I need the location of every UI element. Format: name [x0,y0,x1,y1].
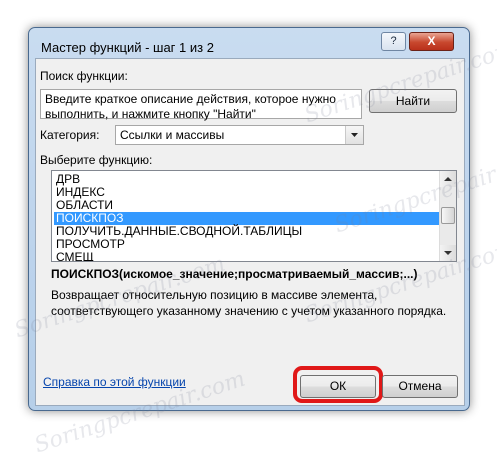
find-button[interactable]: Найти [369,89,457,113]
search-input[interactable]: Введите краткое описание действия, котор… [40,89,362,121]
chevron-down-icon [351,133,358,137]
vertical-scrollbar[interactable] [439,171,456,261]
cancel-button[interactable]: Отмена [382,375,458,398]
scroll-thumb[interactable] [441,207,455,224]
category-value: Ссылки и массивы [120,128,225,142]
function-wizard-dialog: Мастер функций - шаг 1 из 2 ? X Поиск фу… [28,27,470,411]
search-label: Поиск функции: [40,69,128,83]
scroll-up-button[interactable] [440,171,456,187]
dropdown-arrow[interactable] [345,126,363,144]
search-input-line2: выполнить, и нажмите кнопку "Найти" [45,107,256,121]
search-input-line1: Введите краткое описание действия, котор… [45,92,336,106]
dialog-body: Поиск функции: Введите краткое описание … [35,58,465,406]
help-link[interactable]: Справка по этой функции [43,375,186,389]
scroll-down-icon [444,251,452,255]
scroll-up-icon [444,177,452,181]
category-label: Категория: [40,128,100,142]
close-icon: X [427,34,436,48]
list-item[interactable]: ДРВ [54,173,441,186]
scroll-down-button[interactable] [440,245,456,261]
help-title-button[interactable]: ? [381,32,406,51]
function-list-label: Выберите функцию: [40,153,153,167]
list-item[interactable]: СМЕЩ [54,251,441,262]
category-select[interactable]: Ссылки и массивы [115,125,364,145]
function-signature: ПОИСКПОЗ(искомое_значение;просматриваемы… [51,267,418,281]
function-description-line2: соответствующего указанному значению с у… [51,304,447,318]
close-button[interactable]: X [409,32,454,51]
ok-button[interactable]: ОК [300,375,376,398]
dialog-title: Мастер функций - шаг 1 из 2 [41,40,214,55]
list-item[interactable]: ПРОСМОТР [54,238,441,251]
function-description-line1: Возвращает относительную позицию в масси… [51,288,378,302]
function-listbox[interactable]: ДРВ ИНДЕКС ОБЛАСТИ ПОИСКПОЗ ПОЛУЧИТЬ.ДАН… [51,170,457,262]
function-description: Возвращает относительную позицию в масси… [51,287,451,319]
